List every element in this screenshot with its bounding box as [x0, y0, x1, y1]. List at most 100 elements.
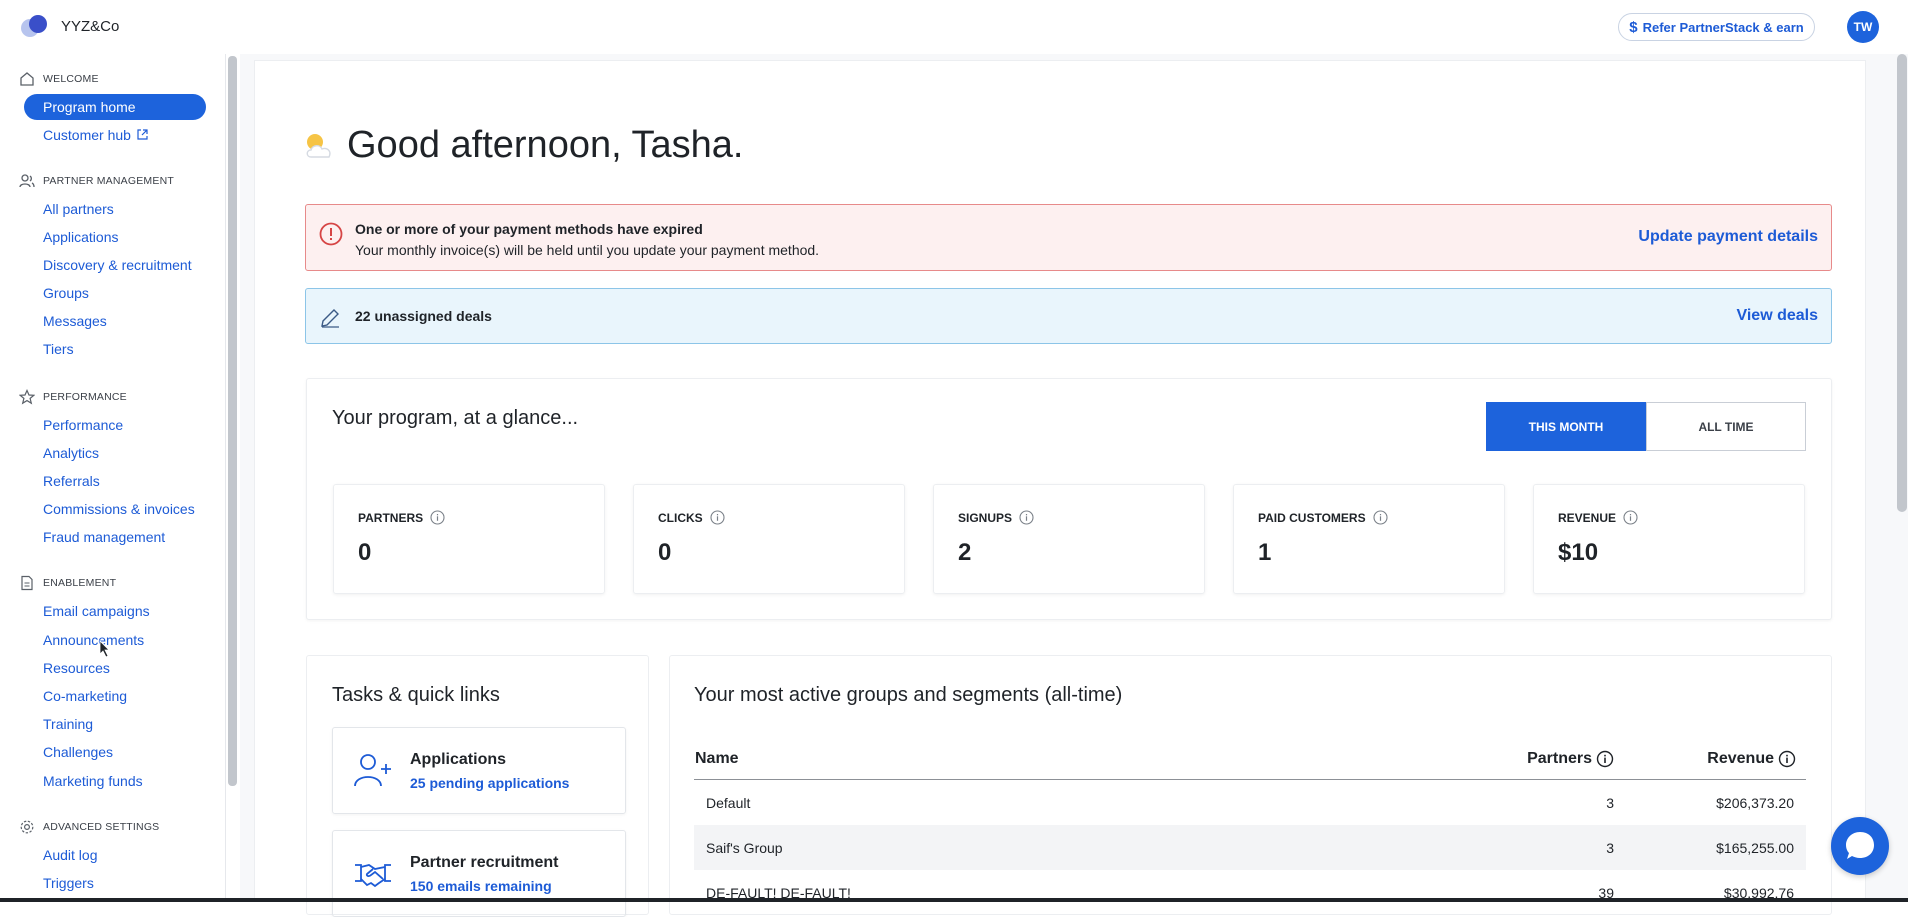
cell-name: Saif's Group	[706, 839, 783, 856]
stat-label: REVENUE	[1558, 510, 1638, 525]
refer-partnerstack-button[interactable]: $ Refer PartnerStack & earn	[1618, 13, 1815, 41]
sidebar-item-customer-hub[interactable]: Customer hub	[43, 127, 149, 143]
time-range-toggle: THIS MONTH ALL TIME	[1486, 402, 1806, 451]
task-title: Applications	[410, 751, 507, 768]
sidebar-item-groups[interactable]: Groups	[43, 285, 89, 301]
section-title: PERFORMANCE	[43, 391, 127, 403]
section-title: WELCOME	[43, 73, 99, 85]
chat-button[interactable]	[1831, 817, 1889, 875]
sidebar-item-training[interactable]: Training	[43, 716, 93, 732]
sidebar-item-analytics[interactable]: Analytics	[43, 445, 99, 461]
all-time-button[interactable]: ALL TIME	[1646, 402, 1806, 451]
groups-title: Your most active groups and segments (al…	[694, 684, 1123, 706]
section-partner-management: PARTNER MANAGEMENT	[19, 173, 174, 189]
chat-bubble-icon	[1842, 828, 1878, 864]
cell-revenue: $206,373.20	[1716, 794, 1794, 811]
table-row[interactable]: Saif's Group 3 $165,255.00	[694, 825, 1806, 870]
task-link[interactable]: 150 emails remaining	[410, 878, 552, 894]
task-partner-recruitment[interactable]: Partner recruitment 150 emails remaining	[332, 830, 626, 917]
task-applications[interactable]: Applications 25 pending applications	[332, 727, 626, 814]
refer-label: Refer PartnerStack & earn	[1642, 19, 1804, 35]
greeting-text: Good afternoon, Tasha.	[347, 124, 744, 166]
sidebar-item-triggers[interactable]: Triggers	[43, 875, 94, 891]
groups-table: Name Partners Revenue Default 3 $206,373…	[694, 738, 1806, 915]
logo-icon[interactable]	[20, 14, 50, 38]
sidebar-item-program-home[interactable]: Program home	[24, 94, 206, 120]
section-advanced-settings: ADVANCED SETTINGS	[19, 819, 159, 835]
payment-alert: One or more of your payment methods have…	[305, 204, 1832, 271]
mouse-cursor-icon	[99, 640, 111, 658]
alert-title: One or more of your payment methods have…	[355, 221, 703, 237]
table-row[interactable]: DE-FAULT! DE-FAULT! 39 $30,992.76	[694, 870, 1806, 915]
info-icon[interactable]	[1778, 750, 1796, 768]
sidebar-item-applications[interactable]: Applications	[43, 229, 119, 245]
stat-revenue: REVENUE $10	[1533, 484, 1805, 594]
sidebar-item-resources[interactable]: Resources	[43, 660, 110, 676]
sidebar-item-discovery[interactable]: Discovery & recruitment	[43, 257, 192, 273]
sidebar-item-messages[interactable]: Messages	[43, 313, 107, 329]
table-header: Name Partners Revenue	[694, 738, 1806, 780]
active-groups-card: Your most active groups and segments (al…	[669, 655, 1832, 915]
stat-label: PARTNERS	[358, 510, 445, 525]
section-title: PARTNER MANAGEMENT	[43, 175, 174, 187]
view-deals-link[interactable]: View deals	[1736, 307, 1818, 325]
column-header-name[interactable]: Name	[694, 750, 1294, 768]
info-icon[interactable]	[1596, 750, 1614, 768]
column-header-partners[interactable]: Partners	[1294, 750, 1614, 768]
sidebar-scrollbar[interactable]	[228, 56, 237, 786]
program-glance-card: Your program, at a glance... THIS MONTH …	[306, 378, 1832, 620]
stat-signups: SIGNUPS 2	[933, 484, 1205, 594]
stat-value: 1	[1258, 539, 1272, 566]
stat-clicks: CLICKS 0	[633, 484, 905, 594]
glance-title: Your program, at a glance...	[332, 407, 579, 429]
stat-value: $10	[1558, 539, 1599, 566]
section-welcome: WELCOME	[19, 71, 99, 87]
task-link[interactable]: 25 pending applications	[410, 775, 569, 791]
sidebar-item-tiers[interactable]: Tiers	[43, 341, 74, 357]
unassigned-deals-text: 22 unassigned deals	[355, 308, 492, 324]
cell-name: Default	[706, 794, 751, 811]
stat-label: PAID CUSTOMERS	[1258, 510, 1388, 525]
sidebar-item-fraud[interactable]: Fraud management	[43, 529, 165, 545]
main-scrollbar[interactable]	[1897, 54, 1907, 512]
sidebar-item-audit-log[interactable]: Audit log	[43, 847, 97, 863]
info-icon[interactable]	[710, 510, 725, 525]
column-header-revenue[interactable]: Revenue	[1614, 750, 1806, 768]
task-title: Partner recruitment	[410, 854, 559, 871]
sidebar-item-performance[interactable]: Performance	[43, 417, 123, 433]
update-payment-link[interactable]: Update payment details	[1638, 228, 1818, 246]
info-icon[interactable]	[1373, 510, 1388, 525]
brand-name: YYZ&Co	[61, 18, 120, 35]
column-header-label: Revenue	[1707, 749, 1774, 767]
sidebar-item-co-marketing[interactable]: Co-marketing	[43, 688, 127, 704]
stat-label-text: CLICKS	[658, 510, 703, 525]
greeting: Good afternoon, Tasha.	[303, 124, 743, 167]
table-row[interactable]: Default 3 $206,373.20	[694, 780, 1806, 825]
sidebar-item-commissions[interactable]: Commissions & invoices	[43, 501, 195, 517]
stat-value: 0	[658, 539, 672, 566]
handshake-icon	[353, 855, 393, 891]
info-icon[interactable]	[430, 510, 445, 525]
stat-label-text: PAID CUSTOMERS	[1258, 510, 1366, 525]
sidebar-item-marketing-funds[interactable]: Marketing funds	[43, 773, 143, 789]
sidebar-item-referrals[interactable]: Referrals	[43, 473, 100, 489]
sidebar-item-announcements[interactable]: Announcements	[43, 632, 144, 648]
bottom-edge	[0, 898, 1908, 902]
users-icon	[19, 173, 35, 189]
sidebar-item-email-campaigns[interactable]: Email campaigns	[43, 603, 150, 619]
sidebar-item-challenges[interactable]: Challenges	[43, 744, 113, 760]
home-icon	[19, 71, 35, 87]
avatar[interactable]: TW	[1847, 11, 1879, 43]
info-icon[interactable]	[1623, 510, 1638, 525]
info-icon[interactable]	[1019, 510, 1034, 525]
external-link-icon	[136, 128, 149, 141]
sidebar-item-all-partners[interactable]: All partners	[43, 201, 114, 217]
stat-label-text: SIGNUPS	[958, 510, 1013, 525]
stat-label: SIGNUPS	[958, 510, 1034, 525]
this-month-button[interactable]: THIS MONTH	[1486, 402, 1646, 451]
column-header-label: Partners	[1527, 749, 1592, 767]
cell-partners: 3	[1606, 794, 1614, 811]
add-user-icon	[353, 752, 393, 788]
section-performance: PERFORMANCE	[19, 389, 127, 405]
sidebar-item-label: Customer hub	[43, 127, 131, 143]
